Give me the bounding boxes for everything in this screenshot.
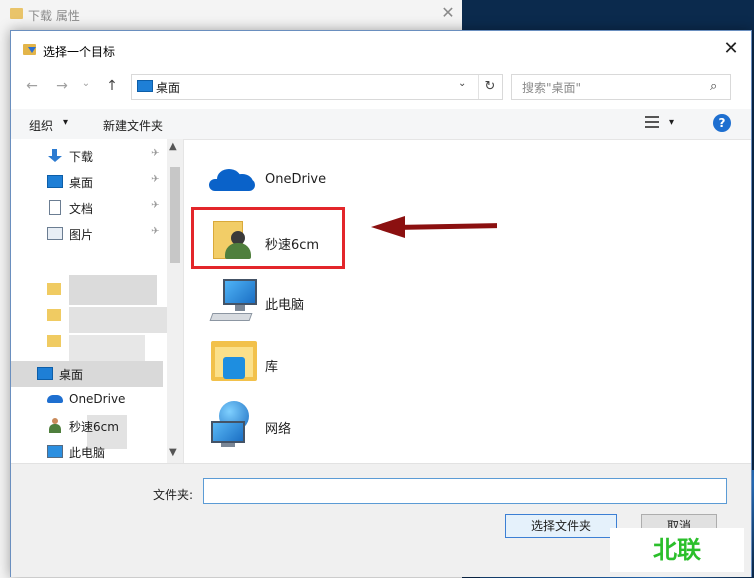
folder-input[interactable] [203, 478, 727, 504]
nav-scrollbar-thumb[interactable] [170, 167, 180, 263]
onedrive-cloud-icon [209, 169, 257, 191]
blurred-region [69, 335, 145, 361]
desktop-icon [47, 175, 63, 188]
content-item-libraries[interactable]: 库 [207, 339, 507, 389]
nav-item-downloads[interactable]: 下载 ✈ [11, 143, 171, 169]
refresh-icon[interactable]: ↻ [478, 75, 501, 99]
blurred-region [69, 275, 157, 305]
blurred-region [69, 307, 169, 333]
content-item-this-pc[interactable]: 此电脑 [207, 277, 507, 327]
content-item-label: 库 [265, 360, 279, 375]
nav-item-label: 秒速6cm [69, 420, 119, 434]
toolbar: 组织 ▾ 新建文件夹 ▾ ? [11, 109, 751, 140]
forward-arrow-icon[interactable]: → [53, 77, 71, 95]
user-icon [49, 418, 61, 433]
highlight-box [191, 207, 345, 269]
back-arrow-icon[interactable]: ← [23, 77, 41, 95]
content-item-label: 此电脑 [265, 298, 305, 313]
nav-item-user[interactable]: 秒速6cm [11, 413, 171, 439]
dialog-title: 选择一个目标 [43, 45, 116, 59]
desktop-icon [37, 367, 53, 380]
pin-icon[interactable]: ✈ [151, 200, 159, 211]
help-icon[interactable]: ? [713, 114, 731, 132]
network-globe-icon [211, 401, 257, 449]
nav-item-documents[interactable]: 文档 ✈ [11, 195, 171, 221]
folder-icon [10, 8, 23, 19]
annotation-arrow-head [371, 216, 405, 238]
download-folder-icon [23, 44, 36, 55]
nav-item-pictures[interactable]: 图片 ✈ [11, 221, 171, 247]
document-icon [49, 200, 61, 215]
folder-icon [47, 283, 61, 295]
nav-item-desktop-root[interactable]: 桌面 [11, 361, 171, 387]
scroll-up-icon[interactable]: ▲ [169, 141, 177, 152]
properties-window-title: 下载 属性 [28, 9, 80, 23]
content-item-label: 网络 [265, 422, 292, 437]
navigation-pane: 下载 ✈ 桌面 ✈ 文档 ✈ 图片 ✈ 桌面 OneDrive 秒速6cm 此电… [11, 139, 184, 463]
computer-icon [47, 445, 63, 458]
pin-icon[interactable]: ✈ [151, 148, 159, 159]
pin-icon[interactable]: ✈ [151, 174, 159, 185]
content-item-network[interactable]: 网络 [207, 401, 507, 451]
watermark-logo: 北联 [610, 528, 744, 572]
organize-button[interactable]: 组织 [29, 117, 53, 134]
recent-locations-dropdown-icon[interactable]: ⌄ [77, 75, 95, 93]
close-icon[interactable]: ✕ [438, 3, 458, 23]
search-icon[interactable]: ⌕ [710, 79, 717, 94]
folder-icon [47, 309, 61, 321]
address-bar[interactable]: 桌面 ⌄ ↻ [131, 74, 503, 100]
content-item-label: OneDrive [265, 172, 327, 187]
search-box[interactable]: 搜索"桌面" ⌕ [511, 74, 731, 100]
up-arrow-icon[interactable]: ↑ [103, 77, 121, 95]
computer-icon [209, 279, 259, 325]
desktop-icon [137, 80, 153, 92]
nav-item-label: 下载 [69, 150, 94, 164]
nav-item-onedrive[interactable]: OneDrive [11, 387, 171, 413]
nav-item-label: 桌面 [69, 176, 94, 190]
scroll-down-icon[interactable]: ▼ [169, 447, 177, 458]
nav-item-label: 此电脑 [69, 446, 106, 460]
search-placeholder: 搜索"桌面" [522, 81, 582, 95]
select-destination-dialog: 选择一个目标 ✕ ← → ⌄ ↑ 桌面 ⌄ ↻ 搜索"桌面" ⌕ 组织 ▾ 新建… [10, 30, 752, 577]
content-item-onedrive[interactable]: OneDrive [207, 155, 507, 205]
picture-icon [47, 227, 63, 240]
chevron-down-icon[interactable]: ⌄ [458, 78, 466, 89]
chevron-down-icon[interactable]: ▾ [63, 117, 68, 128]
library-icon [211, 341, 257, 383]
nav-item-label: 文档 [69, 202, 94, 216]
download-arrow-icon [47, 149, 63, 162]
new-folder-button[interactable]: 新建文件夹 [103, 117, 163, 134]
cloud-icon [47, 395, 63, 403]
folder-field-label: 文件夹: [153, 488, 194, 502]
nav-item-label: 桌面 [59, 368, 84, 382]
chevron-down-icon[interactable]: ▾ [669, 117, 674, 128]
select-folder-button[interactable]: 选择文件夹 [505, 514, 617, 538]
folder-icon [47, 335, 61, 347]
view-options-icon[interactable] [645, 115, 659, 129]
close-button[interactable]: ✕ [719, 37, 743, 61]
nav-item-this-pc[interactable]: 此电脑 [11, 439, 171, 463]
address-location: 桌面 [156, 81, 181, 95]
pin-icon[interactable]: ✈ [151, 226, 159, 237]
nav-item-desktop[interactable]: 桌面 ✈ [11, 169, 171, 195]
nav-item-label: OneDrive [69, 392, 126, 406]
nav-item-label: 图片 [69, 228, 94, 242]
